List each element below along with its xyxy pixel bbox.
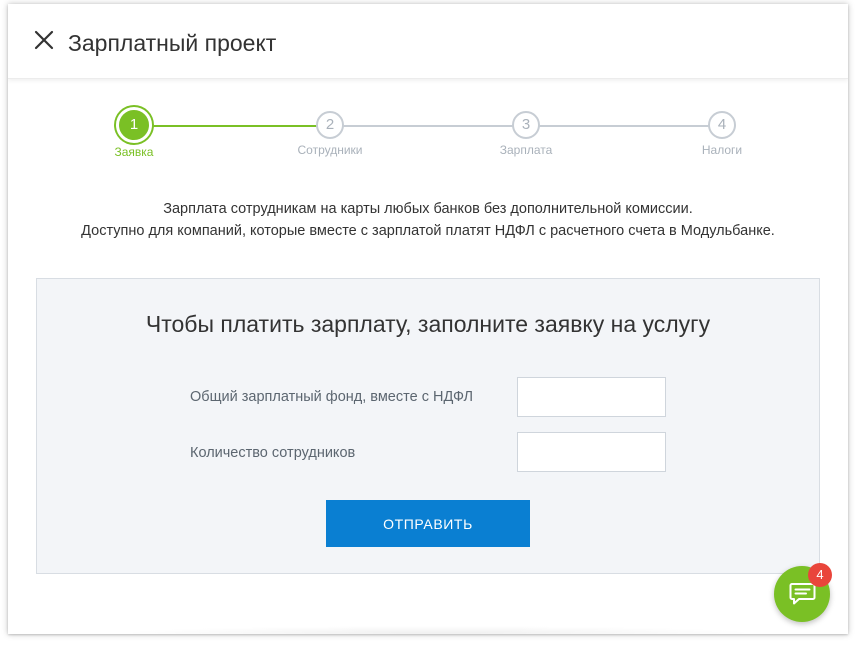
notification-badge: 4: [808, 563, 832, 587]
payroll-fund-input[interactable]: [517, 377, 666, 417]
payroll-fund-label: Общий зарплатный фонд, вместе с НДФЛ: [190, 389, 473, 405]
step-number: 2: [316, 111, 344, 139]
step-label: Зарплата: [499, 143, 553, 157]
step-label: Налоги: [701, 143, 743, 157]
chat-icon: [789, 582, 816, 606]
step-application[interactable]: 1 Заявка: [74, 104, 194, 159]
close-icon[interactable]: [32, 28, 56, 52]
intro-line-2: Доступно для компаний, которые вместе с …: [81, 223, 775, 239]
form-title: Чтобы платить зарплату, заполните заявку…: [145, 311, 711, 337]
intro-text: Зарплата сотрудникам на карты любых банк…: [8, 198, 848, 242]
page-title: Зарплатный проект: [68, 30, 277, 56]
step-number: 1: [116, 107, 152, 143]
step-label: Заявка: [114, 145, 154, 159]
employee-count-input[interactable]: [517, 432, 666, 472]
application-form: Чтобы платить зарплату, заполните заявку…: [36, 278, 820, 574]
step-number: 3: [512, 111, 540, 139]
step-number: 4: [708, 111, 736, 139]
step-label: Сотрудники: [297, 143, 363, 157]
submit-button[interactable]: ОТПРАВИТЬ: [326, 500, 530, 547]
intro-line-1: Зарплата сотрудникам на карты любых банк…: [163, 201, 693, 217]
salary-project-dialog: Зарплатный проект 1 Заявка 2 Сотрудники …: [8, 4, 848, 634]
progress-stepper: 1 Заявка 2 Сотрудники 3 Зарплата 4 Налог…: [8, 104, 848, 174]
footer-shadow: [118, 626, 758, 634]
step-employees[interactable]: 2 Сотрудники: [270, 104, 390, 157]
employee-count-label: Количество сотрудников: [190, 445, 356, 461]
step-salary[interactable]: 3 Зарплата: [466, 104, 586, 157]
step-taxes[interactable]: 4 Налоги: [662, 104, 782, 157]
dialog-header: Зарплатный проект: [8, 4, 848, 79]
